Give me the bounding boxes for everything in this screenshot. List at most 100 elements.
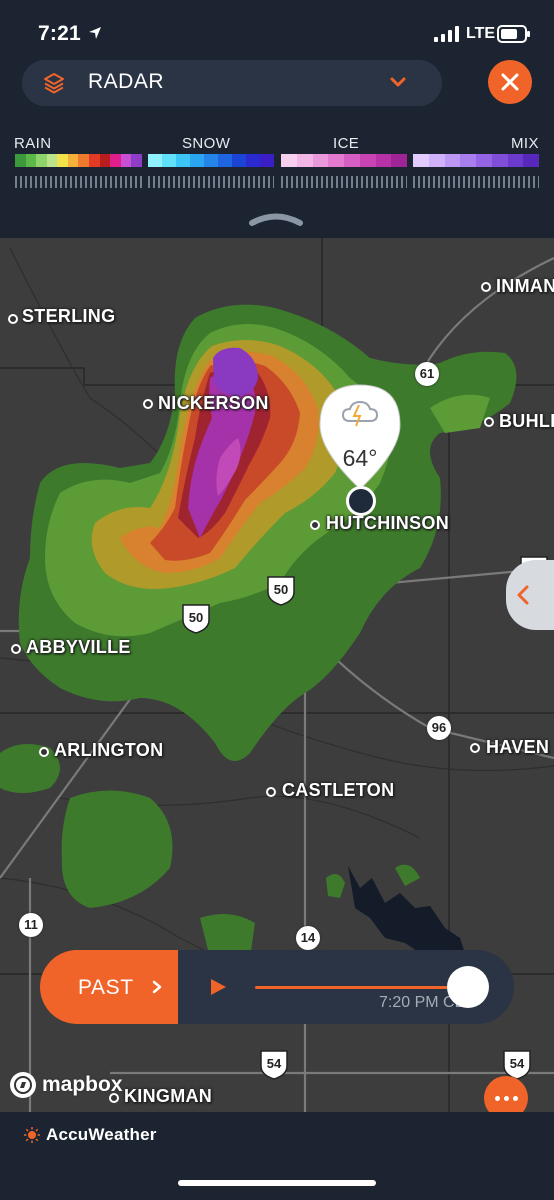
legend-swatch <box>204 154 218 167</box>
close-icon <box>501 73 519 91</box>
side-panel-toggle[interactable] <box>506 560 554 630</box>
legend-swatch <box>110 154 121 167</box>
chevron-down-icon <box>390 77 406 87</box>
city-dot <box>470 743 480 753</box>
city-hutchinson: HUTCHINSON <box>326 513 449 533</box>
mapbox-attribution[interactable]: mapbox <box>10 1072 123 1098</box>
layer-title: RADAR <box>88 70 165 93</box>
legend-swatch <box>476 154 492 167</box>
city-dot <box>484 417 494 427</box>
city-haven: HAVEN <box>486 737 550 757</box>
legend-mix-label: MIX <box>511 135 539 152</box>
legend-ice-ticks <box>281 176 407 188</box>
route-11-marker: 11 <box>19 913 43 937</box>
legend-swatch <box>25 154 37 167</box>
radar-header: RADAR RAIN SNOW ICE MIX <box>0 60 554 238</box>
layer-selector[interactable]: RADAR <box>22 60 442 106</box>
legend-swatch <box>460 154 476 167</box>
legend-swatch <box>89 154 100 167</box>
timeline-scrubber[interactable] <box>447 966 489 1008</box>
chevron-left-icon <box>517 585 529 605</box>
city-dot <box>481 282 491 292</box>
route-61-marker: 61 <box>415 362 439 386</box>
city-dot <box>266 787 276 797</box>
legend-swatch <box>359 154 376 167</box>
location-arrow-icon <box>89 27 101 39</box>
layers-icon <box>44 73 64 94</box>
legend-swatch <box>523 154 539 167</box>
legend-swatch <box>281 154 297 167</box>
legend-swatch <box>218 154 232 167</box>
legend-swatch <box>413 154 429 167</box>
legend-snow-scale <box>148 154 274 167</box>
legend-swatch <box>36 154 47 167</box>
legend-swatch <box>78 154 90 167</box>
more-dot <box>495 1096 500 1101</box>
legend-swatch <box>162 154 176 167</box>
city-dot <box>143 399 153 409</box>
legend-swatch <box>46 154 58 167</box>
legend-swatch <box>507 154 524 167</box>
legend-mix-ticks <box>413 176 539 188</box>
footer: AccuWeather <box>0 1112 554 1200</box>
past-mode-button[interactable]: PAST <box>40 950 178 1024</box>
route-54-shield: 54 <box>258 1048 290 1080</box>
location-weather-pin[interactable]: 64° <box>318 383 402 491</box>
legend-snow-ticks <box>148 176 274 188</box>
status-time: 7:21 <box>38 22 81 45</box>
network-type: LTE <box>466 25 496 42</box>
accuweather-brand[interactable]: AccuWeather <box>24 1125 157 1145</box>
legend-swatch <box>375 154 392 167</box>
legend-swatch <box>120 154 132 167</box>
drawer-handle-icon[interactable] <box>248 212 304 226</box>
timeline-bar: PAST 7:20 PM CDT <box>40 950 514 1024</box>
legend-mix-scale <box>413 154 539 167</box>
accuweather-sun-icon <box>24 1127 40 1143</box>
legend-rain-scale <box>15 154 142 167</box>
legend-ice-label: ICE <box>333 135 360 152</box>
play-icon[interactable] <box>208 977 228 997</box>
mapbox-text: mapbox <box>42 1073 123 1096</box>
legend-swatch <box>67 154 79 167</box>
city-sterling: STERLING <box>22 306 116 326</box>
home-indicator[interactable] <box>178 1180 376 1186</box>
legend-swatch <box>246 154 260 167</box>
city-inman: INMAN <box>496 276 554 296</box>
legend-snow-label: SNOW <box>182 135 231 152</box>
city-kingman: KINGMAN <box>124 1086 213 1106</box>
city-castleton: CASTLETON <box>282 780 395 800</box>
legend-swatch <box>176 154 190 167</box>
legend-swatch <box>99 154 111 167</box>
legend-swatch <box>391 154 407 167</box>
city-nickerson: NICKERSON <box>158 393 269 413</box>
legend-swatch <box>232 154 246 167</box>
legend-swatch <box>444 154 461 167</box>
legend-swatch <box>328 154 344 167</box>
legend-swatch <box>190 154 204 167</box>
city-abbyville: ABBYVILLE <box>26 637 131 657</box>
current-location-marker <box>346 486 376 516</box>
past-mode-label: PAST <box>78 976 134 999</box>
legend-swatch <box>296 154 313 167</box>
legend-swatch <box>428 154 445 167</box>
route-96-marker: 96 <box>427 716 451 740</box>
legend-ice-scale <box>281 154 407 167</box>
city-dot <box>8 314 18 324</box>
status-bar: 7:21 LTE <box>0 0 554 60</box>
battery-icon <box>497 25 530 43</box>
thunderstorm-icon <box>341 400 379 427</box>
timeline-track[interactable] <box>255 986 470 989</box>
route-14-marker: 14 <box>296 926 320 950</box>
legend-swatch <box>131 154 142 167</box>
pin-temperature: 64° <box>342 445 378 471</box>
close-button[interactable] <box>488 60 532 104</box>
legend-swatch <box>491 154 508 167</box>
city-buhler: BUHLE <box>499 411 554 431</box>
city-dot <box>310 520 320 530</box>
chevron-right-icon <box>152 980 162 994</box>
legend-swatch <box>148 154 162 167</box>
more-dot <box>504 1096 509 1101</box>
city-dot <box>39 747 49 757</box>
city-arlington: ARLINGTON <box>54 740 164 760</box>
legend-swatch <box>344 154 360 167</box>
